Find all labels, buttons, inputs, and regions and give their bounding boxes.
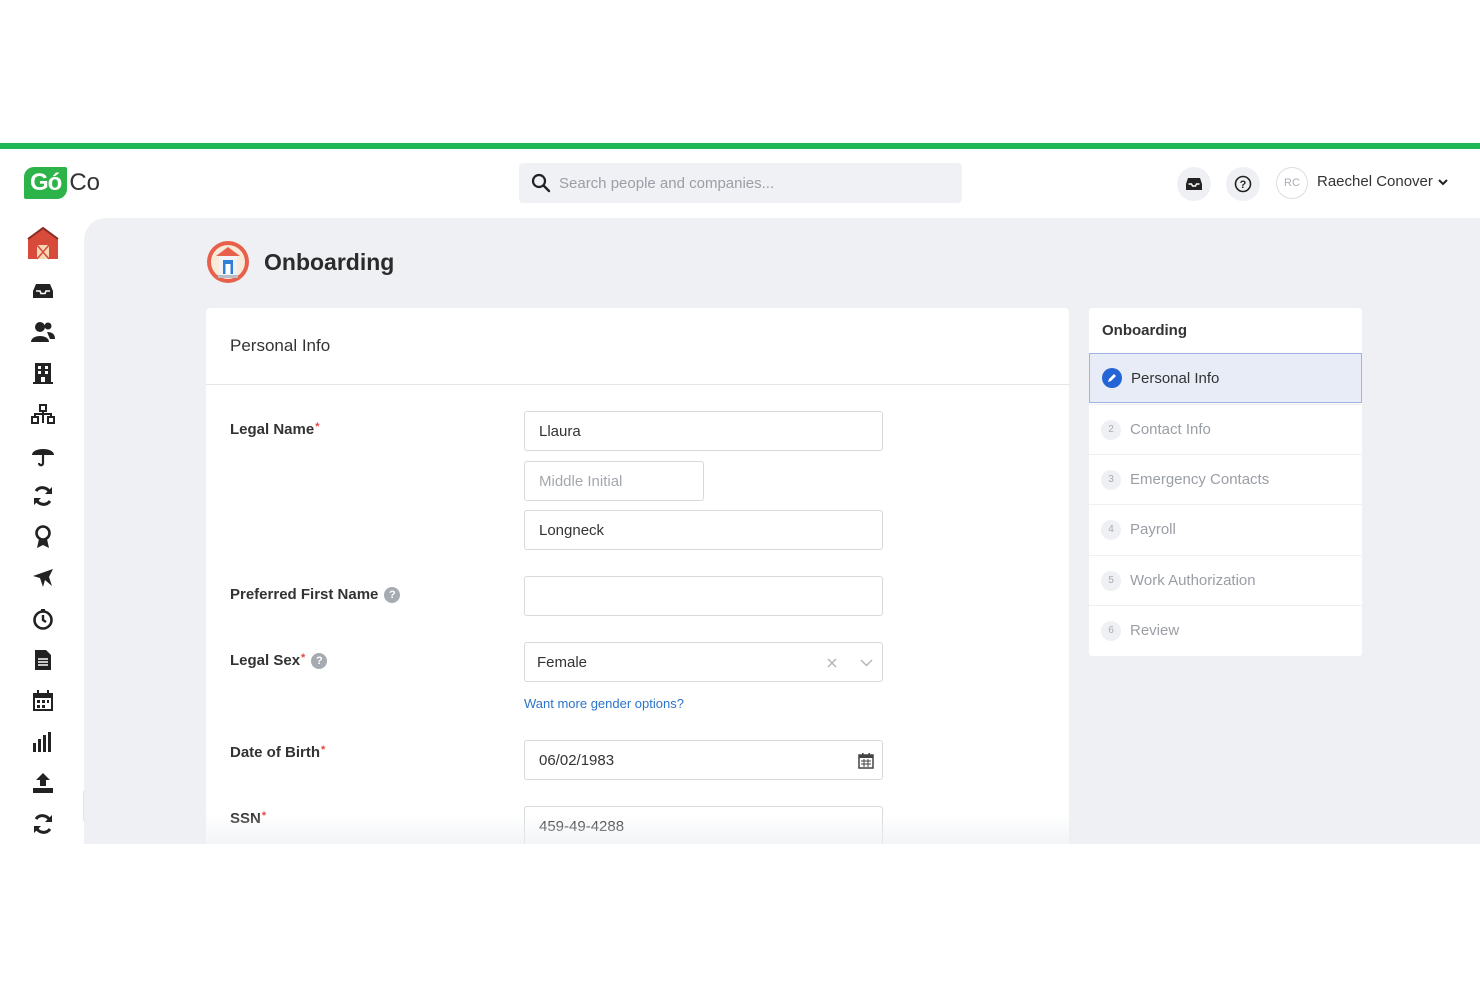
preferred-name-label-text: Preferred First Name [230, 586, 379, 603]
app-window: Gó Co ? RC Raechel Conover [0, 143, 1480, 844]
document-icon[interactable] [30, 647, 56, 673]
legal-sex-label-text: Legal Sex [230, 652, 301, 669]
inbox-icon[interactable] [30, 278, 56, 304]
help-icon[interactable]: ? [384, 586, 401, 603]
legal-name-label: Legal Name * [230, 421, 319, 438]
main-content: Onboarding Personal Info Legal Name * Pr… [84, 218, 1480, 844]
step-number: 5 [1101, 570, 1121, 591]
user-name: Raechel Conover [1317, 173, 1433, 190]
last-name-input[interactable] [524, 510, 883, 550]
search-icon [531, 173, 551, 193]
dob-input[interactable]: 06/02/1983 [524, 740, 883, 780]
step-label: Work Authorization [1130, 572, 1256, 589]
pencil-icon [1102, 368, 1122, 388]
step-label: Review [1130, 622, 1180, 639]
dob-value: 06/02/1983 [539, 751, 615, 769]
ssn-label-text: SSN [230, 810, 261, 827]
ssn-input[interactable] [524, 806, 883, 844]
sync-icon[interactable] [30, 483, 56, 509]
calendar-icon[interactable] [30, 688, 56, 714]
legal-sex-select[interactable]: Female [524, 642, 883, 682]
onboarding-steps-panel: Onboarding Personal Info 2 Contact Info … [1089, 308, 1362, 656]
step-review[interactable]: 6 Review [1089, 605, 1362, 655]
required-mark: * [261, 810, 267, 822]
step-contact-info[interactable]: 2 Contact Info [1089, 404, 1362, 454]
card-title: Personal Info [230, 336, 331, 355]
refresh-icon[interactable] [30, 811, 56, 837]
goco-logo[interactable]: Gó Co [24, 165, 100, 201]
step-emergency-contacts[interactable]: 3 Emergency Contacts [1089, 454, 1362, 504]
step-payroll[interactable]: 4 Payroll [1089, 504, 1362, 554]
legal-name-label-text: Legal Name [230, 421, 315, 438]
step-personal-info[interactable]: Personal Info [1089, 353, 1362, 403]
sidebar [0, 223, 84, 844]
step-number: 4 [1101, 519, 1121, 540]
step-number: 6 [1101, 620, 1121, 641]
logo-co: Co [69, 169, 101, 196]
accent-bar [0, 143, 1480, 149]
steps-title: Onboarding [1102, 322, 1187, 339]
gender-options-link[interactable]: Want more gender options? [524, 696, 684, 711]
search-input[interactable] [559, 174, 939, 192]
org-chart-icon[interactable] [30, 401, 56, 427]
chevron-down-icon [1438, 178, 1448, 185]
plane-icon[interactable] [30, 565, 56, 591]
people-icon[interactable] [30, 319, 56, 345]
help-button[interactable]: ? [1226, 167, 1260, 201]
required-mark: * [301, 652, 306, 664]
step-number: 3 [1101, 469, 1121, 490]
home-barn-icon[interactable] [26, 225, 60, 261]
step-label: Payroll [1130, 521, 1176, 538]
preferred-name-label: Preferred First Name ? [230, 586, 401, 603]
inbox-button[interactable] [1177, 167, 1211, 201]
onboarding-icon [207, 241, 249, 283]
legal-sex-label: Legal Sex * ? [230, 652, 328, 669]
dob-label-text: Date of Birth [230, 744, 320, 761]
step-number: 2 [1101, 419, 1121, 440]
first-name-input[interactable] [524, 411, 883, 451]
bar-chart-icon[interactable] [30, 729, 56, 755]
svg-text:?: ? [1240, 179, 1247, 191]
avatar[interactable]: RC [1276, 167, 1308, 199]
required-mark: * [315, 421, 320, 433]
step-label: Personal Info [1131, 369, 1220, 387]
award-icon[interactable] [30, 524, 56, 550]
step-label: Contact Info [1130, 421, 1211, 438]
search-bar [519, 163, 962, 203]
user-menu[interactable]: Raechel Conover [1317, 173, 1449, 190]
step-label: Emergency Contacts [1130, 471, 1270, 488]
dob-label: Date of Birth * [230, 744, 325, 761]
step-work-authorization[interactable]: 5 Work Authorization [1089, 555, 1362, 605]
preferred-name-input[interactable] [524, 576, 883, 616]
inbox-icon [1186, 178, 1202, 190]
chevron-down-icon[interactable] [860, 658, 873, 668]
upload-icon[interactable] [30, 770, 56, 796]
legal-sex-value: Female [537, 653, 588, 671]
card-divider [206, 384, 1069, 385]
building-icon[interactable] [30, 360, 56, 386]
personal-info-card: Personal Info Legal Name * Preferred Fir… [206, 308, 1069, 844]
logo-go: Gó [24, 167, 68, 199]
umbrella-icon[interactable] [30, 442, 56, 468]
ssn-label: SSN * [230, 810, 266, 827]
page-header: Onboarding [206, 240, 394, 284]
calendar-icon[interactable] [858, 752, 874, 769]
timer-icon[interactable] [30, 606, 56, 632]
middle-initial-input[interactable] [524, 461, 704, 501]
question-icon: ? [1234, 175, 1252, 193]
page-title: Onboarding [264, 248, 395, 275]
required-mark: * [321, 744, 326, 756]
help-icon[interactable]: ? [311, 652, 328, 669]
clear-icon[interactable] [826, 657, 838, 669]
